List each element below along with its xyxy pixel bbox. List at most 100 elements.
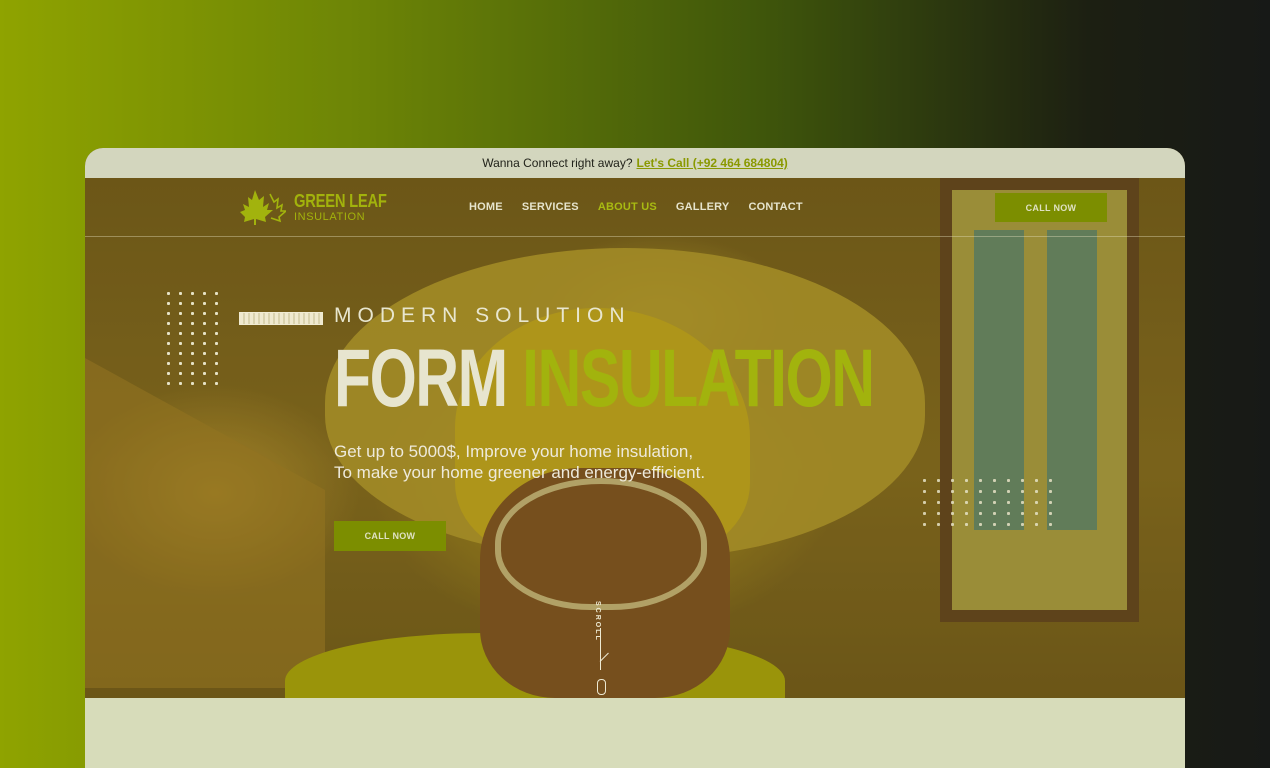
decorative-dot xyxy=(203,362,206,365)
decorative-dot xyxy=(951,512,954,515)
decorative-dot xyxy=(179,322,182,325)
nav-item-services[interactable]: SERVICES xyxy=(522,201,579,213)
decorative-dot xyxy=(203,292,206,295)
decorative-dot xyxy=(215,372,218,375)
hero-tint-overlay xyxy=(85,178,1185,698)
decorative-dot xyxy=(1021,523,1024,526)
decorative-dot xyxy=(167,382,170,385)
decorative-dot xyxy=(167,322,170,325)
decorative-dot xyxy=(167,292,170,295)
decorative-dot xyxy=(1049,490,1052,493)
decorative-dot xyxy=(191,312,194,315)
decorative-dot xyxy=(203,372,206,375)
decorative-dot xyxy=(1035,490,1038,493)
maple-leaf-icon xyxy=(240,190,286,225)
nav-call-now-button[interactable]: CALL NOW xyxy=(995,193,1107,222)
decorative-dot xyxy=(993,490,996,493)
hero-section: GREEN LEAF INSULATION HOME SERVICES ABOU… xyxy=(85,178,1185,698)
main-navbar: GREEN LEAF INSULATION HOME SERVICES ABOU… xyxy=(85,178,1185,237)
scroll-indicator[interactable]: SCROLL xyxy=(590,583,620,695)
decorative-dot xyxy=(191,342,194,345)
decorative-dot xyxy=(191,332,194,335)
decorative-dot xyxy=(923,501,926,504)
decorative-dot xyxy=(167,342,170,345)
decorative-dot xyxy=(937,479,940,482)
decorative-dot xyxy=(167,362,170,365)
decorative-dot xyxy=(179,342,182,345)
decorative-dot xyxy=(1021,512,1024,515)
decorative-dot xyxy=(1049,512,1052,515)
decorative-dot xyxy=(979,523,982,526)
mouse-icon xyxy=(597,679,606,695)
nav-item-home[interactable]: HOME xyxy=(469,201,503,213)
decorative-dot xyxy=(167,302,170,305)
decorative-dot xyxy=(179,352,182,355)
decorative-dot xyxy=(1007,523,1010,526)
decorative-dot xyxy=(179,332,182,335)
decorative-dot xyxy=(937,501,940,504)
hero-headline-part2: INSULATION xyxy=(522,333,875,424)
contact-topbar: Wanna Connect right away? Let's Call (+9… xyxy=(85,148,1185,178)
decorative-dot xyxy=(1007,501,1010,504)
eyebrow-decoration xyxy=(239,312,323,325)
brand-logo[interactable]: GREEN LEAF INSULATION xyxy=(240,188,407,226)
next-section-preview xyxy=(85,698,1185,768)
decorative-dot xyxy=(179,302,182,305)
decorative-dot xyxy=(167,332,170,335)
decorative-dot xyxy=(203,352,206,355)
decorative-dot xyxy=(1035,479,1038,482)
hero-headline: FORM INSULATION xyxy=(334,338,875,420)
decorative-dot xyxy=(923,479,926,482)
decorative-dot xyxy=(993,479,996,482)
decorative-dot xyxy=(965,479,968,482)
decorative-dot xyxy=(215,382,218,385)
decorative-dot xyxy=(215,342,218,345)
decorative-dot xyxy=(951,523,954,526)
decorative-dot xyxy=(191,292,194,295)
decorative-dot xyxy=(179,292,182,295)
hero-subtext: Get up to 5000$, Improve your home insul… xyxy=(334,442,706,482)
decorative-dot xyxy=(167,352,170,355)
decorative-dot xyxy=(203,332,206,335)
decorative-dot-grid-left xyxy=(167,292,218,385)
decorative-dot xyxy=(179,312,182,315)
decorative-dot xyxy=(923,512,926,515)
decorative-dot xyxy=(923,523,926,526)
decorative-dot xyxy=(1049,479,1052,482)
decorative-dot xyxy=(215,322,218,325)
nav-item-contact[interactable]: CONTACT xyxy=(748,201,802,213)
decorative-dot-grid-right xyxy=(923,479,1052,526)
decorative-dot xyxy=(1035,501,1038,504)
phone-call-link[interactable]: Let's Call (+92 464 684804) xyxy=(637,156,788,170)
decorative-dot xyxy=(965,512,968,515)
decorative-dot xyxy=(203,302,206,305)
decorative-dot xyxy=(215,352,218,355)
decorative-dot xyxy=(965,501,968,504)
hero-eyebrow: MODERN SOLUTION xyxy=(334,304,631,327)
decorative-dot xyxy=(203,382,206,385)
decorative-dot xyxy=(179,362,182,365)
decorative-dot xyxy=(1035,523,1038,526)
decorative-dot xyxy=(1007,512,1010,515)
nav-item-about-us[interactable]: ABOUT US xyxy=(598,201,657,213)
decorative-dot xyxy=(179,382,182,385)
decorative-dot xyxy=(1021,490,1024,493)
decorative-dot xyxy=(203,312,206,315)
hero-call-now-button[interactable]: CALL NOW xyxy=(334,521,446,551)
decorative-dot xyxy=(965,523,968,526)
decorative-dot xyxy=(191,382,194,385)
decorative-dot xyxy=(215,312,218,315)
decorative-dot xyxy=(215,302,218,305)
decorative-dot xyxy=(167,312,170,315)
hero-headline-part1: FORM xyxy=(334,333,508,424)
decorative-dot xyxy=(191,352,194,355)
decorative-dot xyxy=(951,479,954,482)
decorative-dot xyxy=(993,523,996,526)
decorative-dot xyxy=(191,372,194,375)
scroll-arrow-icon xyxy=(599,652,609,662)
decorative-dot xyxy=(1021,501,1024,504)
nav-item-gallery[interactable]: GALLERY xyxy=(676,201,730,213)
decorative-dot xyxy=(191,302,194,305)
decorative-dot xyxy=(203,322,206,325)
decorative-dot xyxy=(1021,479,1024,482)
